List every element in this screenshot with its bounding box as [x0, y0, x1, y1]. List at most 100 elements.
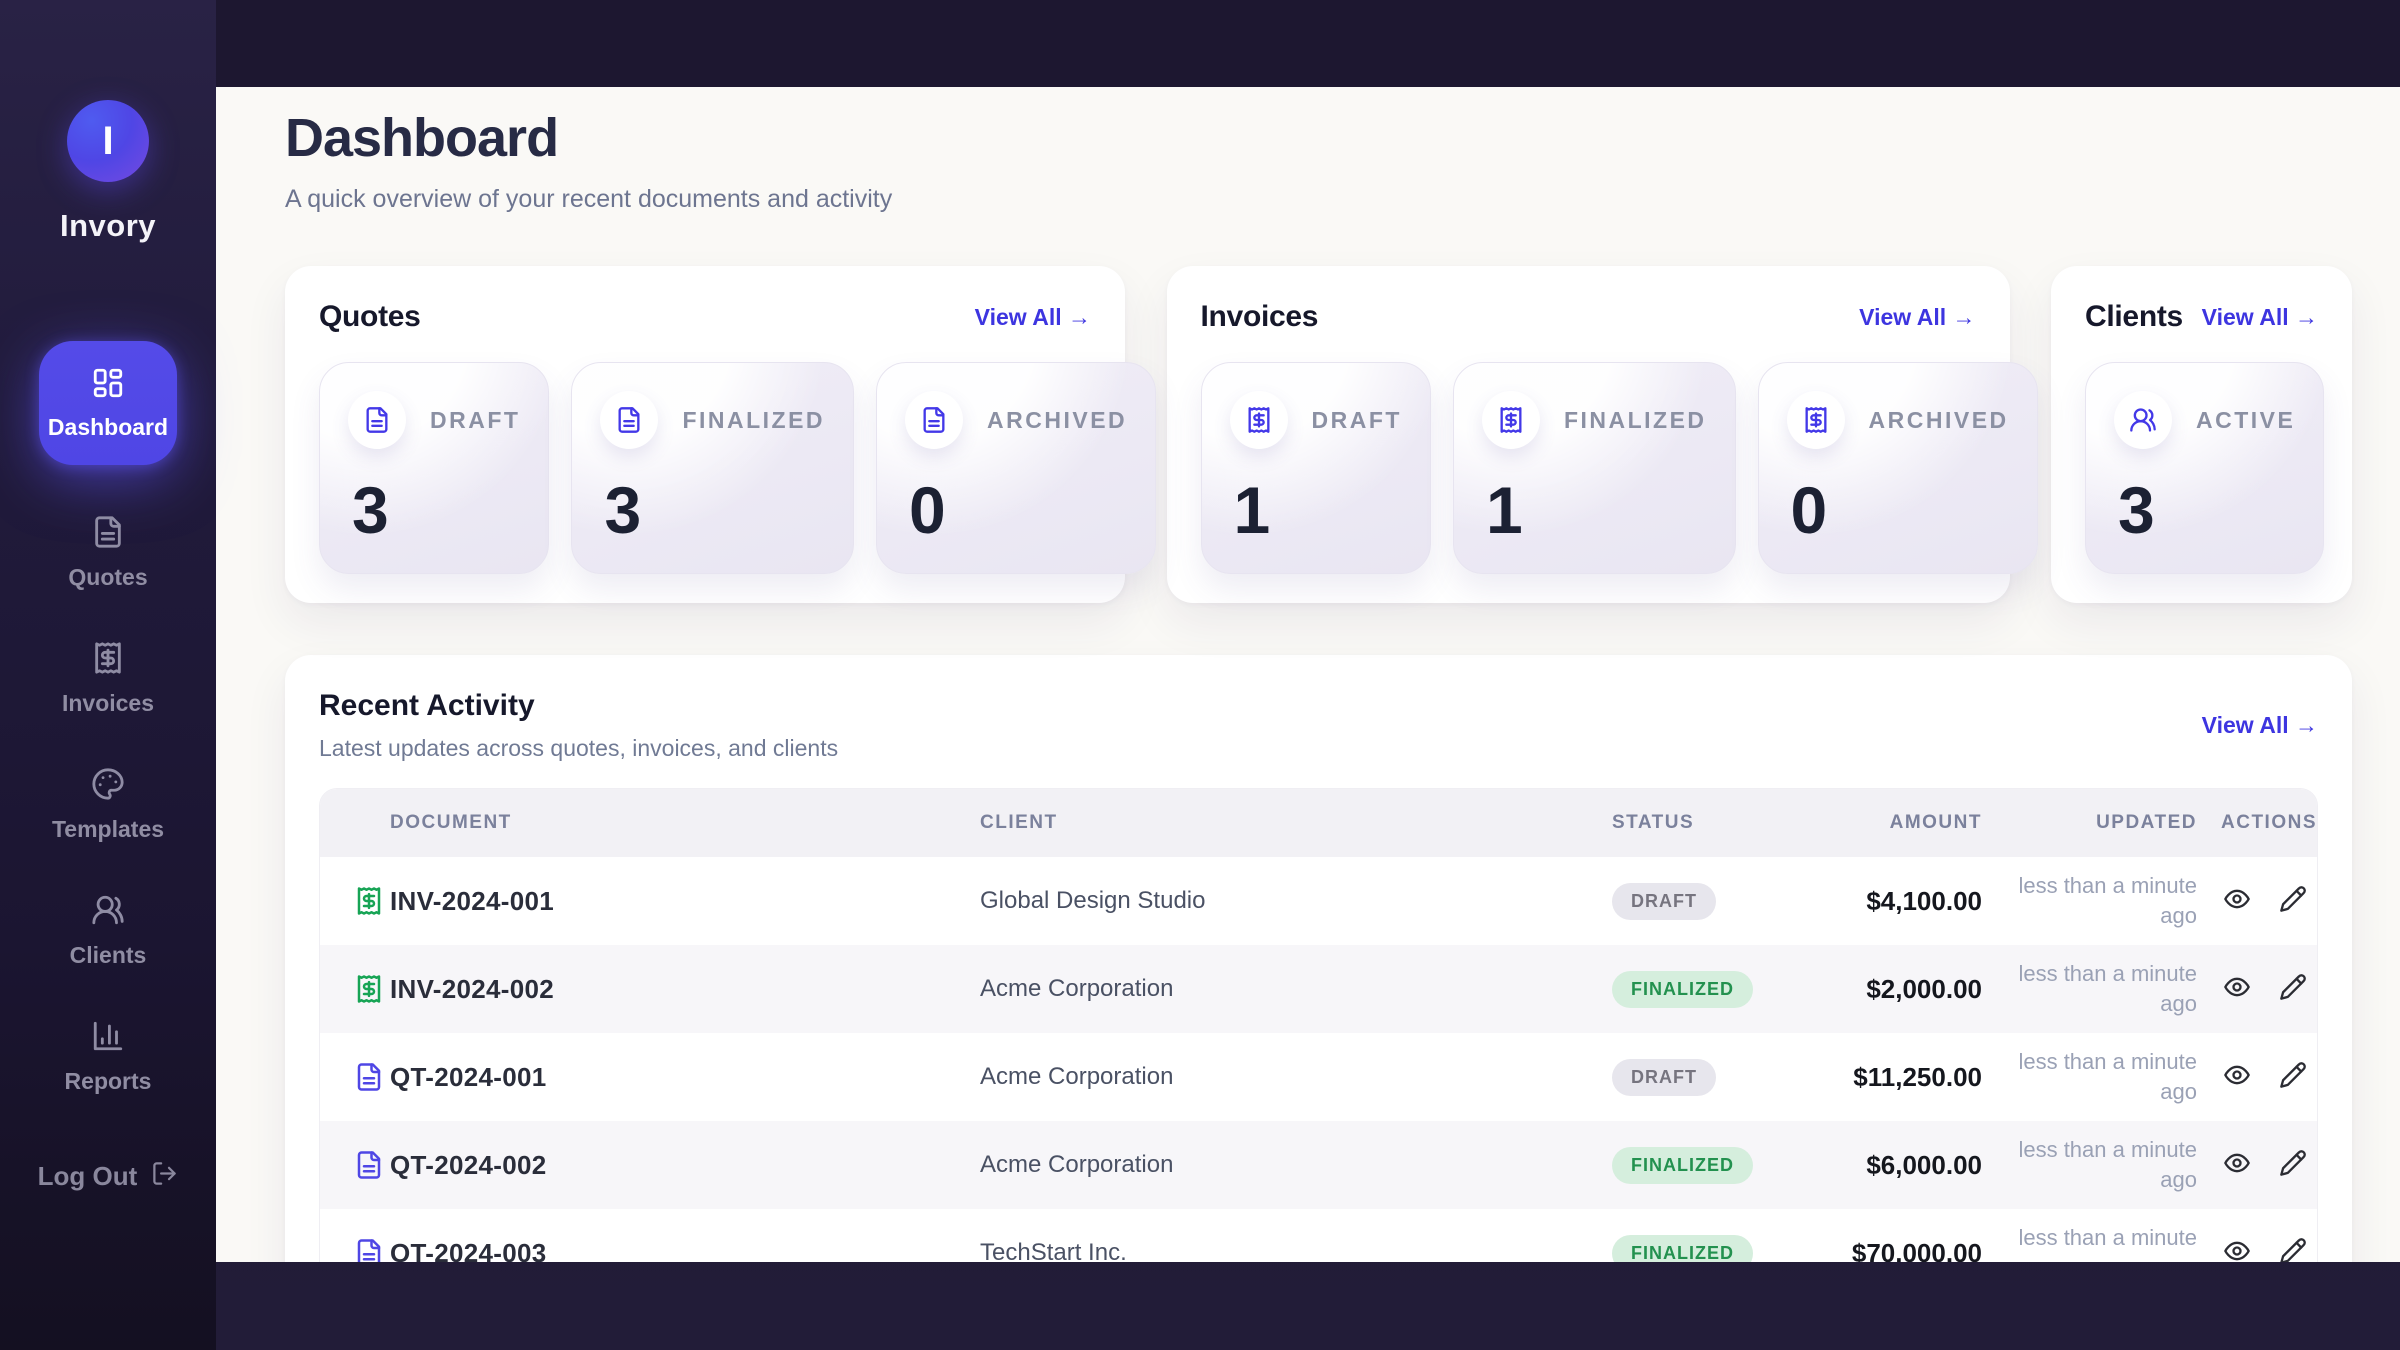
updated-cell: less than a minute ago — [1982, 1135, 2197, 1194]
clients-view-all-link[interactable]: View All → — [2202, 304, 2318, 331]
amount-cell: $2,000.00 — [1812, 974, 1982, 1005]
updated-cell: less than a minute ago — [1982, 1223, 2197, 1262]
receipt-icon — [1787, 391, 1845, 449]
updated-cell: less than a minute ago — [1982, 1047, 2197, 1106]
column-header-amount: AMOUNT — [1812, 812, 1982, 834]
pencil-icon[interactable] — [2279, 885, 2307, 918]
stat-label: ACTIVE — [2196, 407, 2295, 434]
palette-icon — [91, 767, 125, 806]
users-icon — [2114, 391, 2172, 449]
status-badge: DRAFT — [1612, 883, 1716, 920]
sidebar-item-templates[interactable]: Templates — [52, 767, 164, 843]
stat-value: 1 — [1482, 477, 1707, 545]
sidebar-item-reports[interactable]: Reports — [65, 1019, 152, 1095]
main-content: Dashboard A quick overview of your recen… — [216, 87, 2400, 1262]
document-cell: INV-2024-002 — [390, 974, 980, 1005]
sidebar-item-label: Quotes — [68, 564, 147, 591]
sidebar-item-label: Clients — [70, 942, 147, 969]
eye-icon[interactable] — [2223, 1061, 2251, 1094]
stat-label: DRAFT — [1312, 407, 1402, 434]
stat-label: ARCHIVED — [1869, 407, 2009, 434]
eye-icon[interactable] — [2223, 1149, 2251, 1182]
eye-icon[interactable] — [2223, 1237, 2251, 1263]
updated-cell: less than a minute ago — [1982, 959, 2197, 1018]
stat-value: 0 — [1787, 477, 2009, 545]
sidebar-item-clients[interactable]: Clients — [70, 893, 147, 969]
activity-table: DOCUMENT CLIENT STATUS AMOUNT UPDATED AC… — [319, 788, 2318, 1262]
sidebar-item-invoices[interactable]: Invoices — [62, 641, 154, 717]
stat-label: FINALIZED — [1564, 407, 1707, 434]
invoice-receipt-icon — [320, 886, 390, 916]
invoices-draft-tile: DRAFT 1 — [1201, 362, 1431, 574]
pencil-icon[interactable] — [2279, 973, 2307, 1006]
client-cell: Acme Corporation — [980, 975, 1612, 1003]
document-cell: QT-2024-003 — [390, 1238, 980, 1263]
amount-cell: $11,250.00 — [1812, 1062, 1982, 1093]
clients-card: Clients View All → ACTIVE 3 — [2051, 266, 2352, 603]
stat-value: 3 — [348, 477, 520, 545]
sidebar-nav: Dashboard Quotes Invoices Templates Clie… — [0, 341, 216, 1095]
dashboard-icon — [91, 366, 125, 405]
quotes-view-all-link[interactable]: View All → — [975, 304, 1091, 331]
logout-icon — [151, 1160, 178, 1192]
updated-cell: less than a minute ago — [1982, 871, 2197, 930]
page-title: Dashboard — [285, 107, 2352, 169]
client-cell: Acme Corporation — [980, 1063, 1612, 1091]
document-cell: QT-2024-002 — [390, 1150, 980, 1181]
pencil-icon[interactable] — [2279, 1149, 2307, 1182]
sidebar-item-label: Dashboard — [48, 414, 168, 441]
stat-value: 3 — [2114, 477, 2295, 545]
receipt-icon — [1482, 391, 1540, 449]
invoices-card: Invoices View All → DRAFT 1 FINALIZED — [1167, 266, 2010, 603]
quote-file-icon — [320, 1062, 390, 1092]
stat-label: DRAFT — [430, 407, 520, 434]
pencil-icon[interactable] — [2279, 1061, 2307, 1094]
brand-initial: I — [102, 119, 113, 164]
file-text-icon — [905, 391, 963, 449]
bar-chart-icon — [91, 1019, 125, 1058]
sidebar: I Invory Dashboard Quotes Invoices Templ… — [0, 0, 216, 1350]
quotes-finalized-tile: FINALIZED 3 — [571, 362, 854, 574]
sidebar-item-quotes[interactable]: Quotes — [68, 515, 147, 591]
stat-value: 0 — [905, 477, 1127, 545]
logout-button[interactable]: Log Out — [0, 1160, 216, 1192]
pencil-icon[interactable] — [2279, 1237, 2307, 1263]
table-row: QT-2024-003 TechStart Inc. FINALIZED $70… — [320, 1209, 2317, 1262]
quotes-card-title: Quotes — [319, 300, 421, 334]
recent-activity-subtitle: Latest updates across quotes, invoices, … — [319, 735, 838, 762]
sidebar-item-label: Reports — [65, 1068, 152, 1095]
amount-cell: $4,100.00 — [1812, 886, 1982, 917]
summary-cards-row: Quotes View All → DRAFT 3 FINALIZED 3 — [285, 266, 2352, 603]
amount-cell: $6,000.00 — [1812, 1150, 1982, 1181]
column-header-document: DOCUMENT — [390, 812, 980, 834]
quote-file-icon — [320, 1150, 390, 1180]
recent-activity-card: Recent Activity Latest updates across qu… — [285, 655, 2352, 1262]
recent-activity-title: Recent Activity — [319, 689, 838, 723]
sidebar-item-label: Invoices — [62, 690, 154, 717]
client-cell: Global Design Studio — [980, 887, 1612, 915]
invoices-view-all-link[interactable]: View All → — [1859, 304, 1975, 331]
receipt-icon — [1230, 391, 1288, 449]
eye-icon[interactable] — [2223, 885, 2251, 918]
amount-cell: $70,000.00 — [1812, 1238, 1982, 1263]
eye-icon[interactable] — [2223, 973, 2251, 1006]
sidebar-item-dashboard[interactable]: Dashboard — [39, 341, 177, 465]
clients-card-title: Clients — [2085, 300, 2183, 334]
quotes-draft-tile: DRAFT 3 — [319, 362, 549, 574]
stat-value: 3 — [600, 477, 825, 545]
document-cell: INV-2024-001 — [390, 886, 980, 917]
document-cell: QT-2024-001 — [390, 1062, 980, 1093]
file-text-icon — [91, 515, 125, 554]
status-badge: FINALIZED — [1612, 1235, 1753, 1263]
clients-active-tile: ACTIVE 3 — [2085, 362, 2324, 574]
logout-label: Log Out — [38, 1161, 138, 1192]
brand-logo: I — [67, 100, 149, 182]
table-row: INV-2024-002 Acme Corporation FINALIZED … — [320, 945, 2317, 1033]
file-text-icon — [600, 391, 658, 449]
status-badge: DRAFT — [1612, 1059, 1716, 1096]
quote-file-icon — [320, 1238, 390, 1262]
file-text-icon — [348, 391, 406, 449]
table-row: QT-2024-002 Acme Corporation FINALIZED $… — [320, 1121, 2317, 1209]
activity-view-all-link[interactable]: View All → — [2202, 712, 2318, 739]
invoices-archived-tile: ARCHIVED 0 — [1758, 362, 2038, 574]
